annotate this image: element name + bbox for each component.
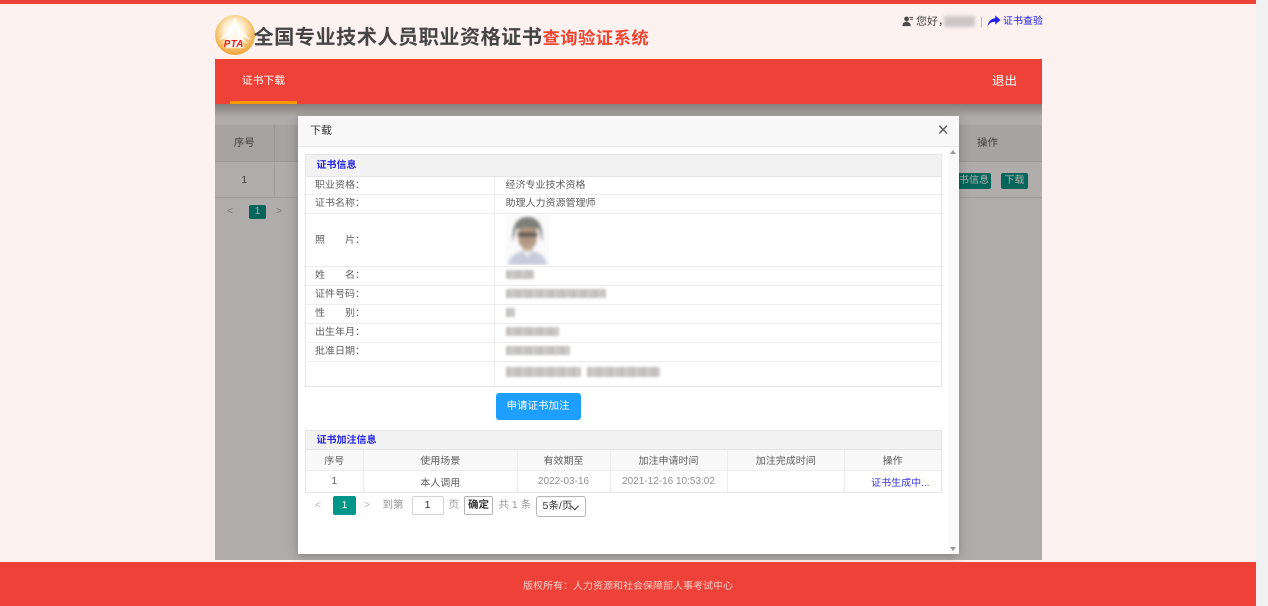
svg-text:PTA: PTA	[224, 39, 244, 50]
